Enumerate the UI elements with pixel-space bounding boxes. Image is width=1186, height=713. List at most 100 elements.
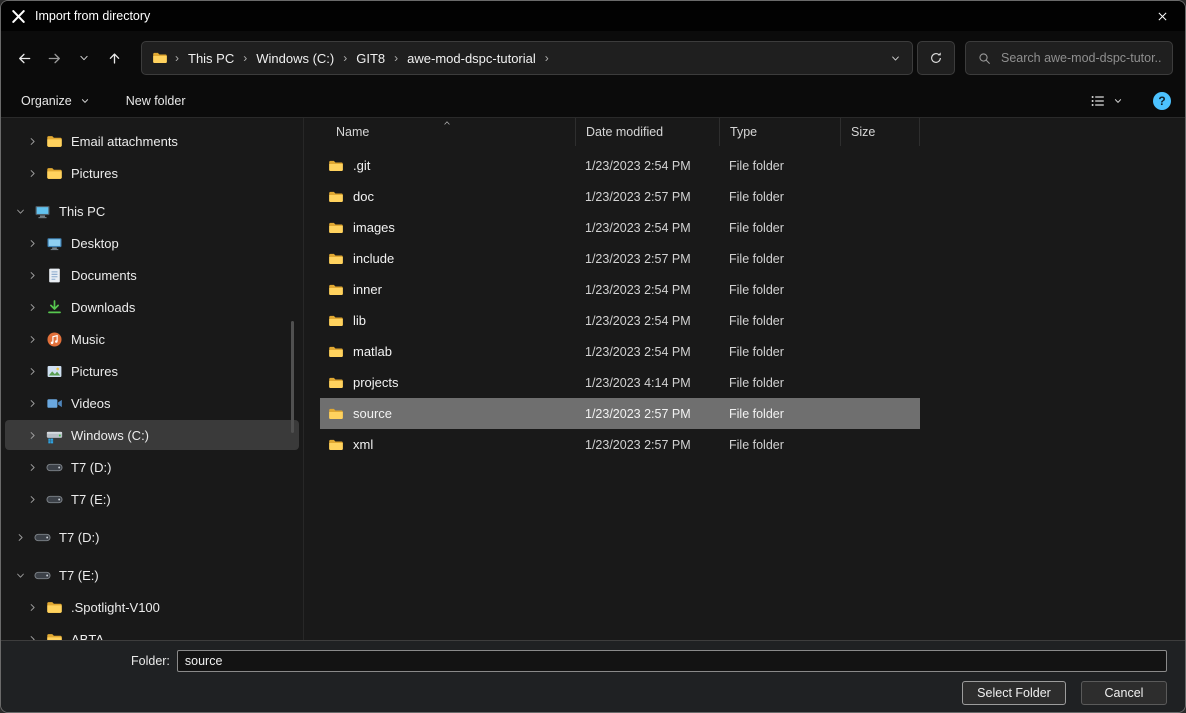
sidebar-item-label: T7 (E:) xyxy=(71,492,111,507)
sidebar-item-videos[interactable]: Videos xyxy=(5,388,299,418)
search-input[interactable] xyxy=(999,50,1164,66)
address-bar[interactable]: ›This PC›Windows (C:)›GIT8›awe-mod-dspc-… xyxy=(141,41,913,75)
file-row-git[interactable]: .git1/23/2023 2:54 PMFile folder xyxy=(320,150,920,181)
folder-icon xyxy=(46,133,63,150)
column-header-type[interactable]: Type xyxy=(719,118,840,146)
sidebar-item-downloads[interactable]: Downloads xyxy=(5,292,299,322)
chevron-right-side-icon[interactable] xyxy=(25,236,39,250)
column-header-size[interactable]: Size xyxy=(840,118,920,146)
file-date-modified: 1/23/2023 2:57 PM xyxy=(575,438,719,452)
folder-icon xyxy=(46,165,63,182)
chevron-right-side-icon[interactable] xyxy=(25,332,39,346)
chevron-right-side-icon[interactable] xyxy=(25,600,39,614)
chevron-right-side-icon[interactable] xyxy=(13,530,27,544)
chevron-down-side-icon[interactable] xyxy=(13,568,27,582)
back-button[interactable] xyxy=(9,43,39,73)
column-header-name[interactable]: Name xyxy=(320,118,575,146)
breadcrumb-item-awe-mod-dspc-tutorial[interactable]: awe-mod-dspc-tutorial xyxy=(405,51,538,66)
search-box[interactable] xyxy=(965,41,1173,75)
drive-icon xyxy=(46,459,63,476)
folder-icon xyxy=(328,375,344,391)
file-row-images[interactable]: images1/23/2023 2:54 PMFile folder xyxy=(320,212,920,243)
recent-locations-button[interactable] xyxy=(69,43,99,73)
chevron-right-side-icon[interactable] xyxy=(25,300,39,314)
file-row-projects[interactable]: projects1/23/2023 4:14 PMFile folder xyxy=(320,367,920,398)
file-date-modified: 1/23/2023 2:54 PM xyxy=(575,159,719,173)
sidebar-item-documents[interactable]: Documents xyxy=(5,260,299,290)
chevron-right-side-icon[interactable] xyxy=(25,268,39,282)
organize-button[interactable]: Organize xyxy=(21,94,90,108)
sidebar-item-email-attachments[interactable]: Email attachments xyxy=(5,126,299,156)
drive-icon xyxy=(34,529,51,546)
chevron-down-side-icon[interactable] xyxy=(13,204,27,218)
breadcrumb-item-windows-c[interactable]: Windows (C:) xyxy=(254,51,336,66)
folder-icon xyxy=(328,344,344,360)
sidebar-item-abta[interactable]: ABTA xyxy=(5,624,299,640)
sidebar-item-t7-d[interactable]: T7 (D:) xyxy=(5,522,299,552)
chevron-right-side-icon[interactable] xyxy=(25,460,39,474)
drive-icon xyxy=(34,567,51,584)
forward-button[interactable] xyxy=(39,43,69,73)
file-name-cell: matlab xyxy=(320,344,575,360)
file-row-include[interactable]: include1/23/2023 2:57 PMFile folder xyxy=(320,243,920,274)
select-folder-button[interactable]: Select Folder xyxy=(962,681,1066,705)
windows-drive-icon xyxy=(46,427,63,444)
refresh-button[interactable] xyxy=(917,41,955,75)
breadcrumb-chevron-icon: › xyxy=(168,51,186,65)
change-view-button[interactable] xyxy=(1090,93,1123,109)
column-header-date-modified[interactable]: Date modified xyxy=(575,118,719,146)
address-dropdown-button[interactable] xyxy=(882,44,908,72)
file-row-xml[interactable]: xml1/23/2023 2:57 PMFile folder xyxy=(320,429,920,460)
chevron-right-side-icon[interactable] xyxy=(25,166,39,180)
sidebar-item-pictures[interactable]: Pictures xyxy=(5,356,299,386)
chevron-right-side-icon[interactable] xyxy=(25,428,39,442)
file-row-source[interactable]: source1/23/2023 2:57 PMFile folder xyxy=(320,398,920,429)
file-name: projects xyxy=(353,375,399,390)
sidebar-item-label: Downloads xyxy=(71,300,135,315)
close-button[interactable] xyxy=(1139,1,1185,31)
folder-icon xyxy=(328,220,344,236)
sidebar-item-music[interactable]: Music xyxy=(5,324,299,354)
chevron-right-side-icon[interactable] xyxy=(25,492,39,506)
file-row-inner[interactable]: inner1/23/2023 2:54 PMFile folder xyxy=(320,274,920,305)
sidebar-item-pictures[interactable]: Pictures xyxy=(5,158,299,188)
sidebar-item-windows-c[interactable]: Windows (C:) xyxy=(5,420,299,450)
sidebar-item-this-pc[interactable]: This PC xyxy=(5,196,299,226)
new-folder-button[interactable]: New folder xyxy=(126,94,186,108)
help-button[interactable]: ? xyxy=(1153,92,1171,110)
file-type: File folder xyxy=(719,438,840,452)
breadcrumb-item-git8[interactable]: GIT8 xyxy=(354,51,387,66)
sidebar-item-label: Desktop xyxy=(71,236,119,251)
button-row: Select Folder Cancel xyxy=(131,681,1167,705)
file-name: include xyxy=(353,251,394,266)
sidebar-item-label: T7 (E:) xyxy=(59,568,99,583)
file-name: images xyxy=(353,220,395,235)
sidebar-item-t7-e[interactable]: T7 (E:) xyxy=(5,484,299,514)
file-row-matlab[interactable]: matlab1/23/2023 2:54 PMFile folder xyxy=(320,336,920,367)
sidebar-item-label: Pictures xyxy=(71,364,118,379)
view-details-icon xyxy=(1090,93,1106,109)
file-name: matlab xyxy=(353,344,392,359)
file-type: File folder xyxy=(719,314,840,328)
file-row-lib[interactable]: lib1/23/2023 2:54 PMFile folder xyxy=(320,305,920,336)
sidebar-item-spotlight-v100[interactable]: .Spotlight-V100 xyxy=(5,592,299,622)
chevron-right-side-icon[interactable] xyxy=(25,134,39,148)
chevron-right-side-icon[interactable] xyxy=(25,632,39,640)
sidebar-item-desktop[interactable]: Desktop xyxy=(5,228,299,258)
chevron-right-side-icon[interactable] xyxy=(25,364,39,378)
up-button[interactable] xyxy=(99,43,129,73)
sidebar-item-t7-d[interactable]: T7 (D:) xyxy=(5,452,299,482)
chevron-down-icon xyxy=(890,53,901,64)
sidebar-item-t7-e[interactable]: T7 (E:) xyxy=(5,560,299,590)
folder-icon xyxy=(328,251,344,267)
breadcrumb-item-this-pc[interactable]: This PC xyxy=(186,51,236,66)
forward-arrow-icon xyxy=(47,51,62,66)
chevron-right-side-icon[interactable] xyxy=(25,396,39,410)
sidebar-scrollbar-thumb[interactable] xyxy=(291,321,294,433)
folder-input[interactable] xyxy=(177,650,1167,672)
file-row-doc[interactable]: doc1/23/2023 2:57 PMFile folder xyxy=(320,181,920,212)
cancel-button[interactable]: Cancel xyxy=(1081,681,1167,705)
command-bar-right: ? xyxy=(1090,92,1171,110)
folder-label: Folder: xyxy=(131,654,170,668)
folder-icon xyxy=(328,158,344,174)
